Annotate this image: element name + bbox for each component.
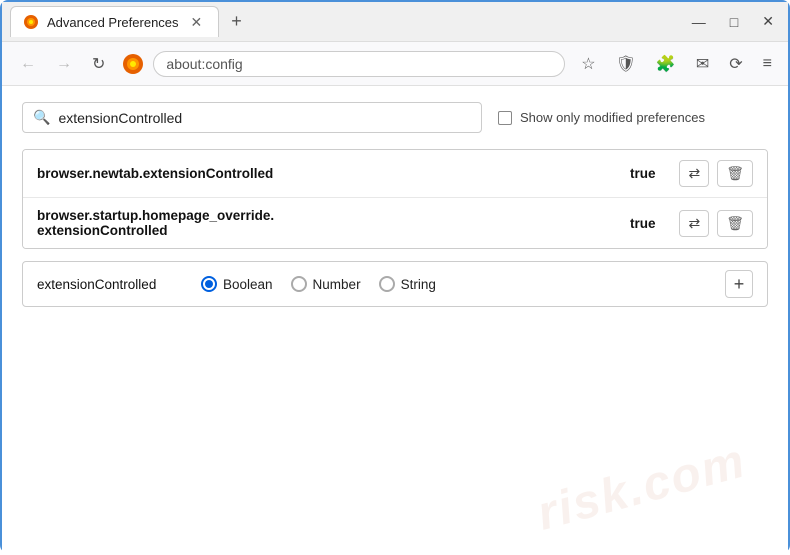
search-input[interactable] xyxy=(58,110,471,126)
url-text: about:config xyxy=(166,56,242,72)
sync-button[interactable]: ⟳ xyxy=(723,50,748,78)
forward-button[interactable]: → xyxy=(48,49,80,79)
trash-icon: 🗑 xyxy=(726,165,744,181)
string-radio[interactable]: String xyxy=(379,276,436,292)
nav-icons: ☆ 🛡 🧩 ✉ ⟳ ≡ xyxy=(575,50,778,78)
pref-actions: ⇄ 🗑 xyxy=(679,210,753,237)
new-tab-button[interactable]: + xyxy=(225,9,248,34)
minimize-button[interactable]: — xyxy=(686,10,712,34)
firefox-favicon-icon xyxy=(23,14,39,30)
trash-icon: 🗑 xyxy=(726,215,744,231)
title-bar: Advanced Preferences ✕ + — □ ✕ xyxy=(2,2,788,42)
mail-button[interactable]: ✉ xyxy=(690,50,715,78)
show-modified-text: Show only modified preferences xyxy=(520,110,705,125)
pref-name: browser.newtab.extensionControlled xyxy=(37,166,618,181)
close-window-button[interactable]: ✕ xyxy=(756,9,780,34)
new-preference-row: extensionControlled Boolean Number Strin… xyxy=(22,261,768,307)
pref-actions: ⇄ 🗑 xyxy=(679,160,753,187)
number-label: Number xyxy=(313,277,361,292)
add-preference-button[interactable]: + xyxy=(725,270,753,298)
new-pref-name-label: extensionControlled xyxy=(37,277,177,292)
type-radio-group: Boolean Number String xyxy=(201,276,436,292)
string-label: String xyxy=(401,277,436,292)
shield-button[interactable]: 🛡 xyxy=(610,50,642,78)
pref-value: true xyxy=(630,166,656,181)
arrows-icon: ⇄ xyxy=(688,215,700,231)
boolean-radio[interactable]: Boolean xyxy=(201,276,273,292)
number-radio[interactable]: Number xyxy=(291,276,361,292)
tab-close-button[interactable]: ✕ xyxy=(187,13,207,31)
extension-button[interactable]: 🧩 xyxy=(650,50,682,78)
bookmark-button[interactable]: ☆ xyxy=(575,50,601,78)
tab-title: Advanced Preferences xyxy=(47,15,179,30)
boolean-label: Boolean xyxy=(223,277,273,292)
search-box: 🔍 xyxy=(22,102,482,133)
delete-button[interactable]: 🗑 xyxy=(717,210,753,237)
delete-button[interactable]: 🗑 xyxy=(717,160,753,187)
main-content: 🔍 Show only modified preferences browser… xyxy=(2,86,788,555)
number-radio-circle xyxy=(291,276,307,292)
address-bar[interactable]: about:config xyxy=(153,51,565,77)
string-radio-circle xyxy=(379,276,395,292)
preferences-table: browser.newtab.extensionControlled true … xyxy=(22,149,768,249)
table-row: browser.startup.homepage_override. exten… xyxy=(23,198,767,248)
toggle-button[interactable]: ⇄ xyxy=(679,160,709,187)
watermark: risk.com xyxy=(531,433,751,541)
window-controls: — □ ✕ xyxy=(686,9,780,34)
nav-bar: ← → ↻ about:config ☆ 🛡 🧩 ✉ ⟳ ≡ xyxy=(2,42,788,86)
search-icon: 🔍 xyxy=(33,109,50,126)
show-modified-label[interactable]: Show only modified preferences xyxy=(498,110,705,125)
refresh-button[interactable]: ↻ xyxy=(84,48,113,80)
boolean-radio-circle xyxy=(201,276,217,292)
back-button[interactable]: ← xyxy=(12,49,44,79)
firefox-logo-icon xyxy=(121,52,145,76)
menu-button[interactable]: ≡ xyxy=(757,51,778,77)
pref-name: browser.startup.homepage_override. exten… xyxy=(37,208,618,238)
maximize-button[interactable]: □ xyxy=(724,10,744,34)
table-row: browser.newtab.extensionControlled true … xyxy=(23,150,767,198)
pref-value: true xyxy=(630,216,656,231)
toggle-button[interactable]: ⇄ xyxy=(679,210,709,237)
arrows-icon: ⇄ xyxy=(688,165,700,181)
search-row: 🔍 Show only modified preferences xyxy=(22,102,768,133)
show-modified-checkbox[interactable] xyxy=(498,111,512,125)
browser-tab: Advanced Preferences ✕ xyxy=(10,6,219,37)
